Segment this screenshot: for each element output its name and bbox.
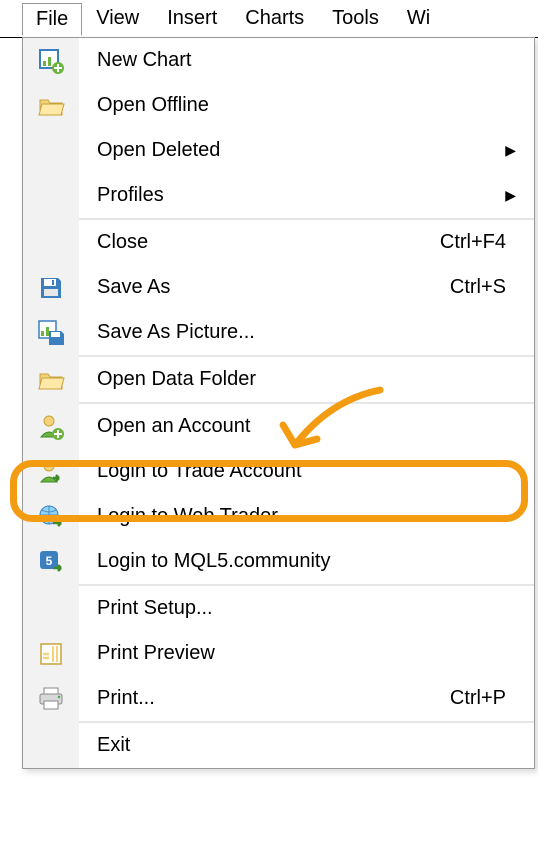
menu-label: Print Setup... bbox=[79, 597, 534, 620]
menu-label: Open an Account bbox=[79, 415, 534, 438]
user-add-icon bbox=[23, 413, 79, 441]
menu-open-account[interactable]: Open an Account bbox=[23, 404, 534, 449]
svg-text:5: 5 bbox=[46, 554, 53, 568]
menu-label: Close bbox=[79, 231, 440, 254]
mql5-login-icon: 5 bbox=[23, 548, 79, 576]
menubar-item-insert[interactable]: Insert bbox=[153, 2, 231, 35]
menubar-item-window[interactable]: Wi bbox=[393, 2, 444, 35]
menu-label: Exit bbox=[79, 734, 534, 757]
chevron-right-icon: ▶ bbox=[505, 142, 534, 159]
menu-label: Login to Web Trader bbox=[79, 505, 534, 528]
save-picture-icon bbox=[23, 319, 79, 347]
menubar-item-file[interactable]: File bbox=[22, 3, 82, 36]
menubar-item-view[interactable]: View bbox=[82, 2, 153, 35]
menu-open-offline[interactable]: Open Offline bbox=[23, 83, 534, 128]
menu-print[interactable]: Print... Ctrl+P bbox=[23, 676, 534, 721]
new-chart-icon bbox=[23, 47, 79, 75]
menu-login-mql5[interactable]: 5 Login to MQL5.community bbox=[23, 539, 534, 584]
menu-new-chart[interactable]: New Chart bbox=[23, 38, 534, 83]
chevron-right-icon: ▶ bbox=[505, 187, 534, 204]
menubar-item-charts[interactable]: Charts bbox=[231, 2, 318, 35]
menu-label: Profiles bbox=[79, 184, 505, 207]
menu-profiles[interactable]: Profiles ▶ bbox=[23, 173, 534, 218]
folder-open-icon bbox=[23, 92, 79, 120]
shortcut-label: Ctrl+S bbox=[450, 276, 534, 299]
menu-label: Save As Picture... bbox=[79, 321, 534, 344]
menu-open-deleted[interactable]: Open Deleted ▶ bbox=[23, 128, 534, 173]
menu-label: Open Data Folder bbox=[79, 368, 534, 391]
print-icon bbox=[23, 685, 79, 713]
menu-label: New Chart bbox=[79, 49, 534, 72]
menu-label: Login to Trade Account bbox=[79, 460, 534, 483]
shortcut-label: Ctrl+F4 bbox=[440, 231, 534, 254]
menu-save-as-picture[interactable]: Save As Picture... bbox=[23, 310, 534, 355]
menu-label: Print... bbox=[79, 687, 450, 710]
globe-login-icon bbox=[23, 503, 79, 531]
menu-close[interactable]: Close Ctrl+F4 bbox=[23, 220, 534, 265]
print-preview-icon bbox=[23, 640, 79, 668]
user-login-icon bbox=[23, 458, 79, 486]
menu-print-preview[interactable]: Print Preview bbox=[23, 631, 534, 676]
menu-exit[interactable]: Exit bbox=[23, 723, 534, 768]
menu-label: Open Offline bbox=[79, 94, 534, 117]
menubar: File View Insert Charts Tools Wi bbox=[0, 0, 538, 38]
folder-icon bbox=[23, 366, 79, 394]
menu-login-trade[interactable]: Login to Trade Account bbox=[23, 449, 534, 494]
shortcut-label: Ctrl+P bbox=[450, 687, 534, 710]
menu-label: Save As bbox=[79, 276, 450, 299]
menubar-item-tools[interactable]: Tools bbox=[318, 2, 393, 35]
menu-label: Open Deleted bbox=[79, 139, 505, 162]
menu-label: Print Preview bbox=[79, 642, 534, 665]
menu-login-web[interactable]: Login to Web Trader bbox=[23, 494, 534, 539]
menu-label: Login to MQL5.community bbox=[79, 550, 534, 573]
menu-save-as[interactable]: Save As Ctrl+S bbox=[23, 265, 534, 310]
file-dropdown: New Chart Open Offline Open Deleted ▶ Pr… bbox=[22, 37, 535, 769]
save-icon bbox=[23, 275, 79, 301]
menu-open-data-folder[interactable]: Open Data Folder bbox=[23, 357, 534, 402]
menu-print-setup[interactable]: Print Setup... bbox=[23, 586, 534, 631]
